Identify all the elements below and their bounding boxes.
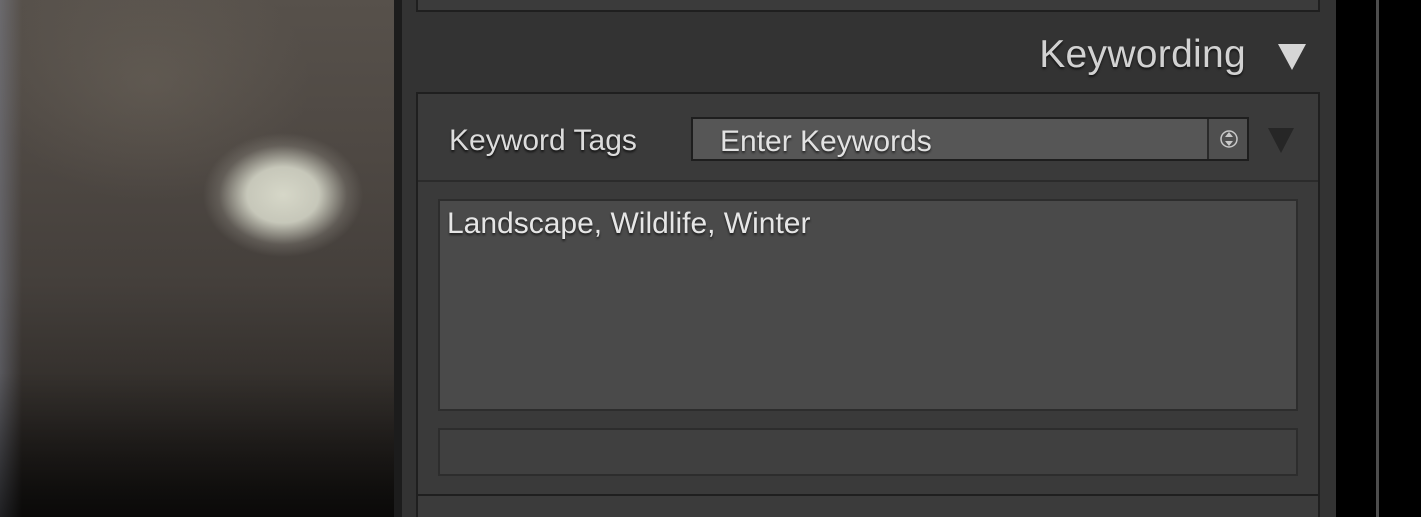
panel-title[interactable]: Keywording <box>1039 33 1246 77</box>
keyword-tags-row: Keyword Tags Enter Keywords <box>418 94 1318 182</box>
preview-divider <box>394 0 402 517</box>
add-keyword-input[interactable] <box>438 428 1298 476</box>
keyword-tags-selected-value: Enter Keywords <box>720 125 932 158</box>
triangle-down-icon[interactable] <box>1278 44 1306 70</box>
panel-gutter <box>1336 0 1376 517</box>
next-panel-top <box>416 494 1320 517</box>
scrollbar[interactable] <box>1376 0 1379 517</box>
previous-panel-bottom <box>416 0 1320 12</box>
keywords-text: Landscape, Wildlife, Winter <box>447 207 811 240</box>
keywording-section: Keyword Tags Enter Keywords Landscape, W… <box>416 92 1320 496</box>
keywords-text-area[interactable]: Landscape, Wildlife, Winter <box>438 199 1298 411</box>
up-down-stepper-icon[interactable] <box>1207 119 1247 159</box>
keyword-options-menu-icon[interactable] <box>1268 128 1294 153</box>
keyword-tags-label: Keyword Tags <box>449 124 637 157</box>
photo-preview <box>0 0 398 517</box>
keyword-tags-select[interactable]: Enter Keywords <box>691 117 1249 161</box>
